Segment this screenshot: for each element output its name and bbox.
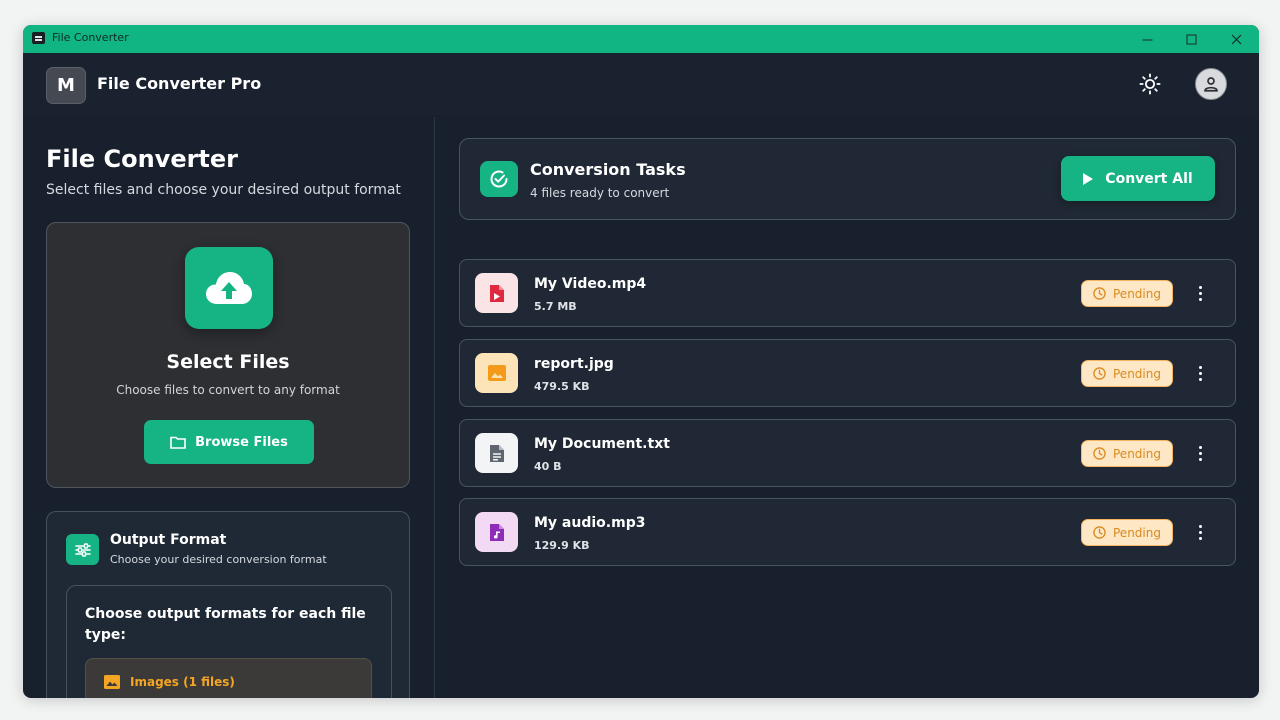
sun-icon: [1139, 73, 1161, 95]
file-icon-box: [475, 273, 518, 313]
more-options-icon[interactable]: [1193, 361, 1207, 385]
format-selection-panel: Choose output formats for each file type…: [66, 585, 392, 698]
check-circle-icon: [490, 170, 508, 188]
app-window: File Converter M File Converter Pro File…: [23, 25, 1259, 698]
format-group-label: Images (1 files): [130, 675, 235, 689]
app-window-icon: [32, 32, 45, 44]
minimize-button[interactable]: [1124, 25, 1170, 53]
format-prompt: Choose output formats for each file type…: [85, 606, 366, 643]
file-row[interactable]: My Document.txt 40 B Pending: [459, 419, 1236, 487]
minimize-icon: [1142, 39, 1152, 40]
status-badge: Pending: [1081, 360, 1173, 387]
status-label: Pending: [1113, 446, 1161, 461]
title-bar: File Converter: [23, 25, 1259, 53]
file-size: 479.5 KB: [534, 380, 590, 393]
status-label: Pending: [1113, 286, 1161, 301]
clock-icon: [1093, 447, 1106, 460]
upload-dropzone[interactable]: Select Files Choose files to convert to …: [46, 222, 410, 488]
more-options-icon[interactable]: [1193, 441, 1207, 465]
output-format-title: Output Format: [110, 532, 227, 548]
user-icon: [1204, 77, 1218, 92]
sliders-icon: [74, 542, 91, 557]
output-format-card: Output Format Choose your desired conver…: [46, 511, 410, 698]
close-button[interactable]: [1213, 25, 1259, 53]
close-icon: [1231, 34, 1241, 44]
file-row[interactable]: report.jpg 479.5 KB Pending: [459, 339, 1236, 407]
audio-file-icon: [489, 523, 504, 541]
convert-all-label: Convert All: [1105, 170, 1193, 187]
more-options-icon[interactable]: [1193, 281, 1207, 305]
file-size: 40 B: [534, 460, 562, 473]
output-format-subtitle: Choose your desired conversion format: [110, 553, 327, 566]
text-file-icon: [489, 444, 504, 462]
tasks-header-card: Conversion Tasks 4 files ready to conver…: [459, 138, 1236, 220]
file-icon-box: [475, 433, 518, 473]
status-badge: Pending: [1081, 440, 1173, 467]
theme-toggle-button[interactable]: [1135, 69, 1165, 99]
file-size: 129.9 KB: [534, 539, 590, 552]
browse-files-label: Browse Files: [195, 434, 288, 450]
file-size: 5.7 MB: [534, 300, 577, 313]
page-subtitle: Select files and choose your desired out…: [46, 182, 401, 198]
conversion-tasks-panel: Conversion Tasks 4 files ready to conver…: [435, 115, 1259, 698]
file-icon-box: [475, 353, 518, 393]
status-label: Pending: [1113, 525, 1161, 540]
format-group-images[interactable]: Images (1 files): [85, 658, 372, 698]
convert-all-button[interactable]: Convert All: [1061, 156, 1215, 201]
page-title: File Converter: [46, 145, 239, 173]
status-label: Pending: [1113, 366, 1161, 381]
file-name: My audio.mp3: [534, 515, 646, 531]
video-file-icon: [489, 284, 504, 302]
browse-files-button[interactable]: Browse Files: [144, 420, 314, 464]
format-icon-box: [66, 534, 99, 565]
clock-icon: [1093, 367, 1106, 380]
file-icon-box: [475, 512, 518, 552]
sidebar: File Converter Select files and choose y…: [23, 115, 434, 698]
upload-subtitle: Choose files to convert to any format: [116, 383, 340, 397]
image-file-icon: [487, 365, 506, 381]
account-button[interactable]: [1195, 68, 1227, 100]
maximize-button[interactable]: [1168, 25, 1214, 53]
more-options-icon[interactable]: [1193, 520, 1207, 544]
status-badge: Pending: [1081, 280, 1173, 307]
folder-icon: [170, 436, 186, 449]
window-title: File Converter: [52, 31, 129, 44]
upload-icon-box: [185, 247, 273, 329]
app-logo: M: [46, 67, 86, 104]
app-header: M File Converter Pro: [23, 53, 1259, 115]
file-name: My Document.txt: [534, 436, 670, 452]
cloud-upload-icon: [206, 272, 252, 304]
tasks-title: Conversion Tasks: [530, 160, 686, 179]
tasks-icon-box: [480, 161, 518, 197]
file-name: report.jpg: [534, 356, 614, 372]
tasks-subtitle: 4 files ready to convert: [530, 186, 670, 200]
image-icon: [104, 675, 120, 689]
file-row[interactable]: My audio.mp3 129.9 KB Pending: [459, 498, 1236, 566]
app-name: File Converter Pro: [97, 74, 262, 93]
status-badge: Pending: [1081, 519, 1173, 546]
clock-icon: [1093, 526, 1106, 539]
play-icon: [1083, 172, 1094, 185]
file-name: My Video.mp4: [534, 276, 647, 292]
upload-title: Select Files: [166, 351, 290, 373]
file-row[interactable]: My Video.mp4 5.7 MB Pending: [459, 259, 1236, 327]
clock-icon: [1093, 287, 1106, 300]
maximize-icon: [1186, 34, 1196, 44]
